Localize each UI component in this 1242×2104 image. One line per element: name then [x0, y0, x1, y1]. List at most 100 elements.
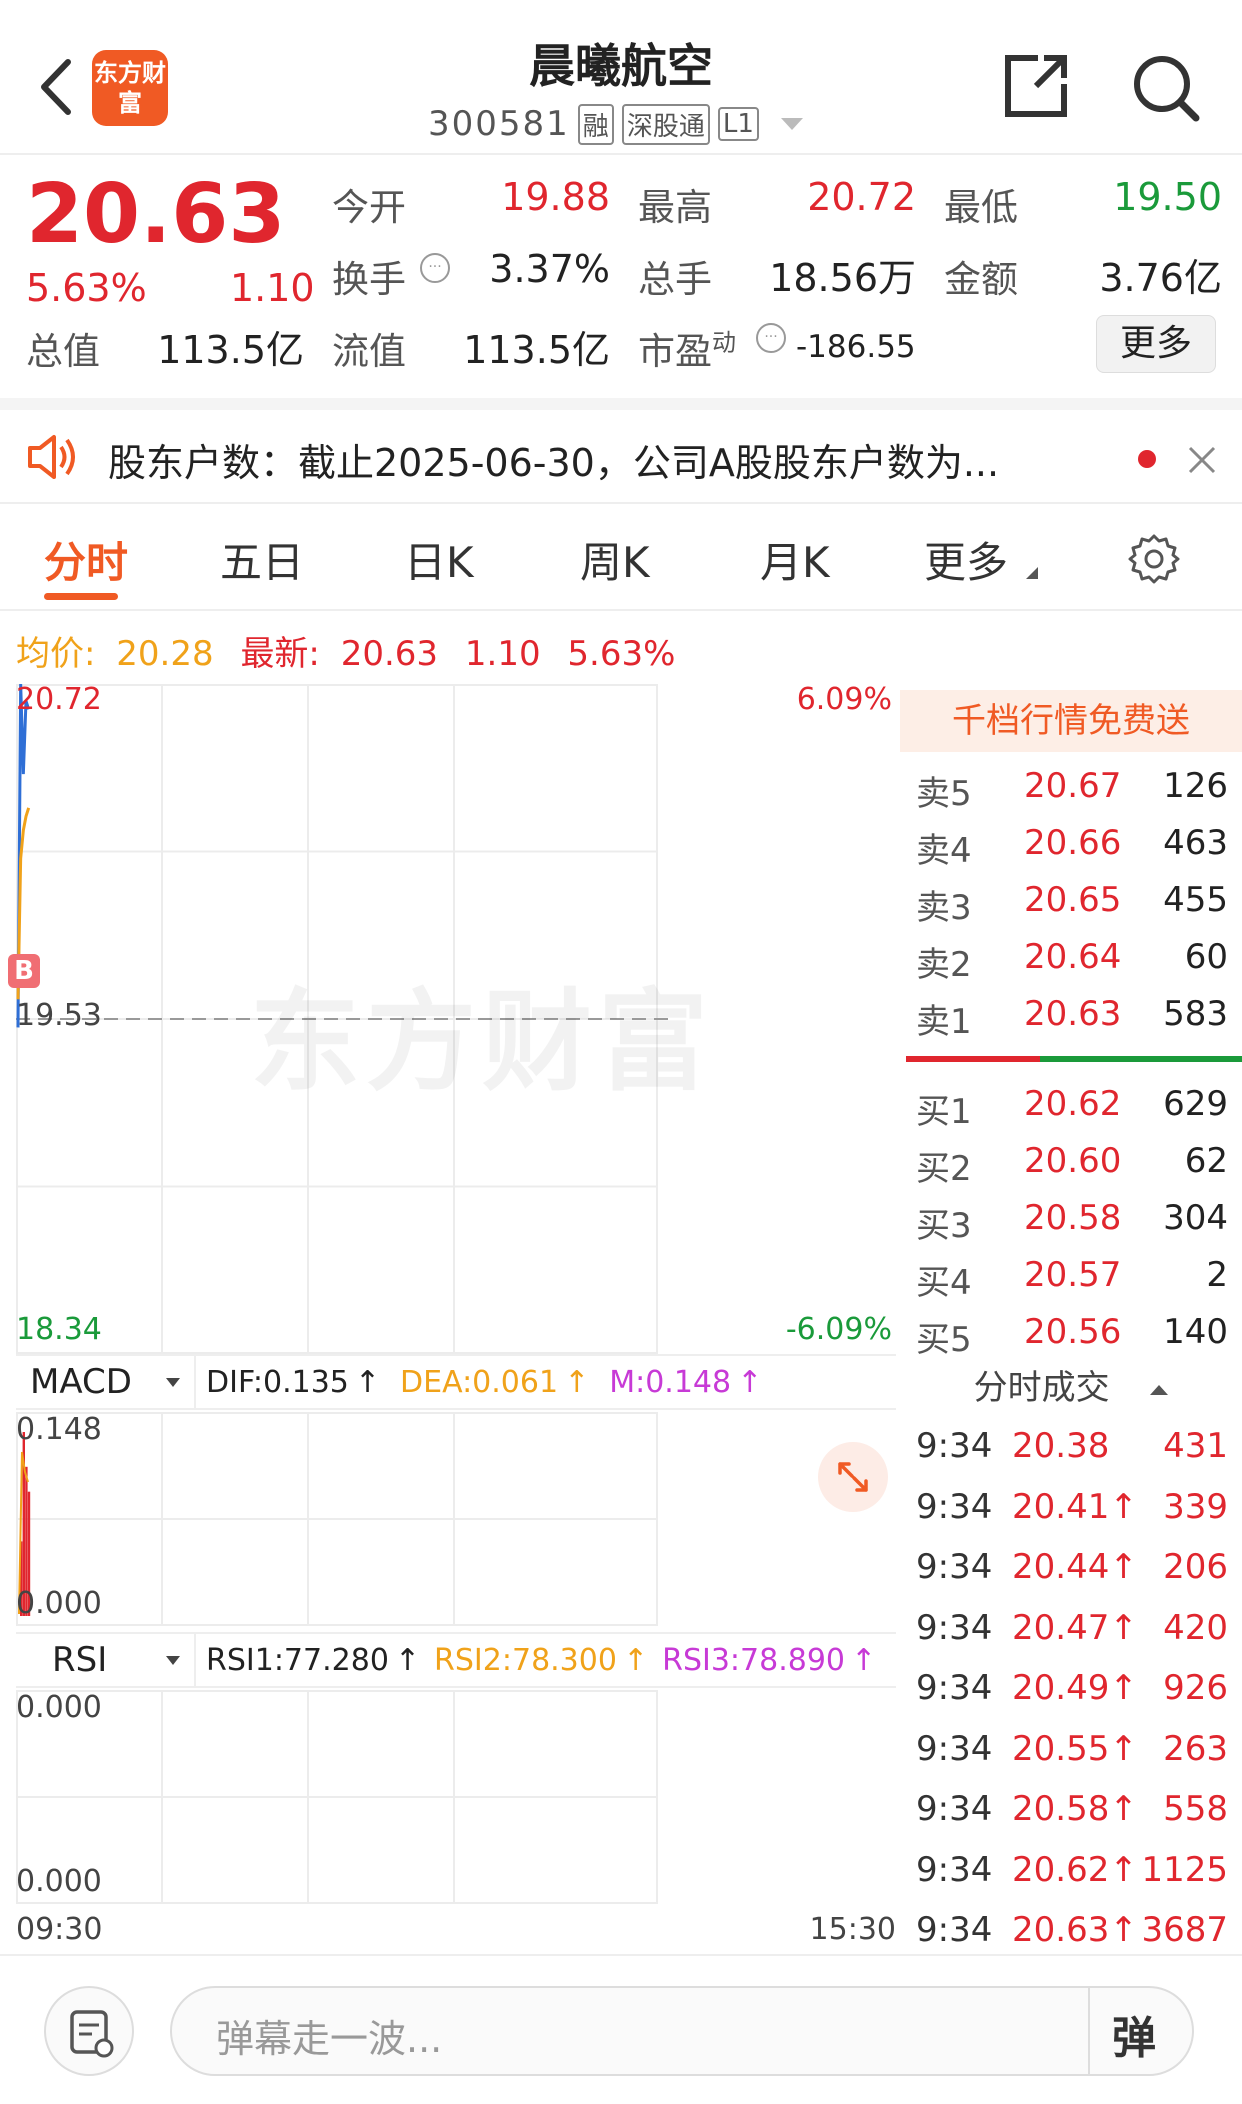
change-value: 1.10 [230, 266, 315, 310]
tab-daily-k[interactable]: 日K [404, 529, 474, 590]
expand-icon[interactable] [818, 1442, 888, 1512]
trade-time: 9:34 [916, 1426, 993, 1466]
stock-code: 300581 [428, 104, 570, 144]
ask-label: 卖4 [916, 831, 972, 871]
trade-time: 9:34 [916, 1910, 993, 1950]
trade-time: 9:34 [916, 1849, 993, 1890]
macd-bottom-label: 0.000 [16, 1586, 102, 1621]
avg-label: 均价: [16, 634, 96, 674]
bid-label: 买5 [916, 1320, 972, 1360]
trade-price: 20.44↑ [1012, 1547, 1138, 1587]
share-icon[interactable] [1000, 50, 1072, 122]
danmu-toggle-button[interactable]: 弹 [1112, 2002, 1156, 2066]
tab-monthly-k[interactable]: 月K [760, 529, 830, 590]
ask-row[interactable]: 卖3 20.65 455 [900, 880, 1242, 936]
arrow-up-icon: ↑ [394, 1642, 421, 1678]
trade-price: 20.63↑ [1012, 1910, 1138, 1950]
trade-row: 9:34 20.38 431 [900, 1426, 1242, 1482]
promo-banner[interactable]: 千档行情免费送 [900, 690, 1242, 752]
caret-down-icon [166, 1655, 180, 1665]
tab-weekly-k[interactable]: 周K [580, 529, 650, 590]
pe-sup: 动 [712, 328, 736, 357]
macd-dea: DEA:0.061 [400, 1364, 559, 1400]
ask-label: 卖1 [916, 1002, 972, 1042]
trade-volume: 339 [1163, 1486, 1228, 1527]
arrow-up-icon: ↑ [564, 1364, 590, 1400]
ask-row[interactable]: 卖2 20.64 60 [900, 937, 1242, 993]
danmu-input[interactable]: 弹幕走一波... 弹 [170, 1986, 1194, 2076]
bid-volume: 2 [1206, 1255, 1228, 1295]
trade-price: 20.49↑ [1012, 1668, 1138, 1708]
field-mktcap-label: 总值 [26, 330, 100, 373]
info-icon[interactable]: ··· [756, 323, 786, 353]
latest-label: 最新: [240, 634, 320, 674]
notice-text: 股东户数：截止2025-06-30，公司A股股东户数为... [108, 441, 1000, 485]
trade-price: 20.41↑ [1012, 1486, 1138, 1527]
trade-time: 9:34 [916, 1607, 993, 1648]
caret-down-icon [166, 1377, 180, 1387]
arrow-up-icon: ↑ [622, 1642, 649, 1678]
bid-row[interactable]: 买4 20.57 2 [900, 1255, 1242, 1311]
field-float-value: 113.5亿 [463, 328, 610, 372]
trade-volume: 926 [1163, 1668, 1228, 1708]
more-button[interactable]: 更多 [1096, 315, 1216, 373]
trade-volume: 1125 [1141, 1849, 1228, 1890]
tab-intraday[interactable]: 分时 [44, 529, 128, 590]
search-icon[interactable] [1130, 52, 1202, 124]
ask-price: 20.65 [1024, 880, 1122, 920]
trade-row: 9:34 20.62↑ 1125 [900, 1850, 1242, 1906]
bid-row[interactable]: 买1 20.62 629 [900, 1084, 1242, 1140]
field-volume-label: 总手 [638, 258, 712, 301]
bid-row[interactable]: 买2 20.60 62 [900, 1141, 1242, 1197]
ask-row[interactable]: 卖1 20.63 583 [900, 994, 1242, 1050]
field-mktcap-value: 113.5亿 [157, 328, 304, 372]
pct-label-bottom: -6.09% [785, 1312, 892, 1347]
close-icon[interactable] [1184, 442, 1220, 478]
bid-label: 买2 [916, 1149, 972, 1189]
rsi-bottom-label: 0.000 [16, 1864, 102, 1899]
tab-more[interactable]: 更多 [924, 529, 1008, 590]
settings-icon[interactable] [1128, 533, 1180, 585]
pe-label-text: 市盈 [638, 330, 712, 373]
field-high-label: 最高 [638, 186, 712, 229]
rsi-header: RSI RSI1:77.280 ↑ RSI2:78.300 ↑ RSI3:78.89… [16, 1632, 896, 1688]
notice-bar[interactable]: 股东户数：截止2025-06-30，公司A股股东户数为... [0, 398, 1242, 504]
info-icon[interactable]: ··· [420, 253, 450, 283]
rsi-selector[interactable]: RSI [16, 1634, 196, 1686]
macd-top-label: 0.148 [16, 1412, 102, 1447]
macd-chart[interactable] [16, 1412, 896, 1626]
trade-price: 20.47↑ [1012, 1607, 1138, 1648]
trades-title-row[interactable]: 分时成交 [900, 1360, 1242, 1416]
latest-pct: 5.63% [567, 634, 676, 674]
ask-row[interactable]: 卖5 20.67 126 [900, 766, 1242, 822]
ask-volume: 126 [1163, 766, 1228, 806]
rsi-chart[interactable] [16, 1690, 896, 1904]
ask-row[interactable]: 卖4 20.66 463 [900, 823, 1242, 879]
bid-price: 20.58 [1024, 1198, 1122, 1238]
rsi-top-label: 0.000 [16, 1690, 102, 1725]
tab-five-day[interactable]: 五日 [220, 529, 304, 590]
field-turnover-label: 换手 [332, 258, 406, 301]
macd-selector[interactable]: MACD [16, 1356, 196, 1408]
trade-volume: 3687 [1141, 1910, 1228, 1950]
bid-volume: 140 [1163, 1312, 1228, 1352]
chevron-down-icon[interactable] [780, 118, 803, 130]
bid-row[interactable]: 买3 20.58 304 [900, 1198, 1242, 1254]
x-label-start: 09:30 [16, 1912, 103, 1947]
buy-marker[interactable]: B [8, 954, 40, 988]
trade-time: 9:34 [916, 1728, 993, 1769]
ask-label: 卖2 [916, 945, 972, 985]
divider-green [1040, 1056, 1242, 1062]
field-amount-value: 3.76亿 [1099, 256, 1222, 300]
ask-label: 卖3 [916, 888, 972, 928]
edit-note-icon[interactable] [44, 1986, 134, 2076]
field-pe-label: 市盈动 [638, 321, 736, 375]
ask-price: 20.66 [1024, 823, 1122, 863]
field-low-value: 19.50 [1113, 175, 1222, 219]
badge-connect: 深股通 [621, 103, 710, 145]
change-pct: 5.63% [26, 266, 147, 310]
trade-volume: 558 [1163, 1789, 1228, 1829]
ask-price: 20.64 [1024, 937, 1122, 977]
trade-volume: 431 [1163, 1426, 1228, 1466]
trade-row: 9:34 20.49↑ 926 [900, 1668, 1242, 1724]
